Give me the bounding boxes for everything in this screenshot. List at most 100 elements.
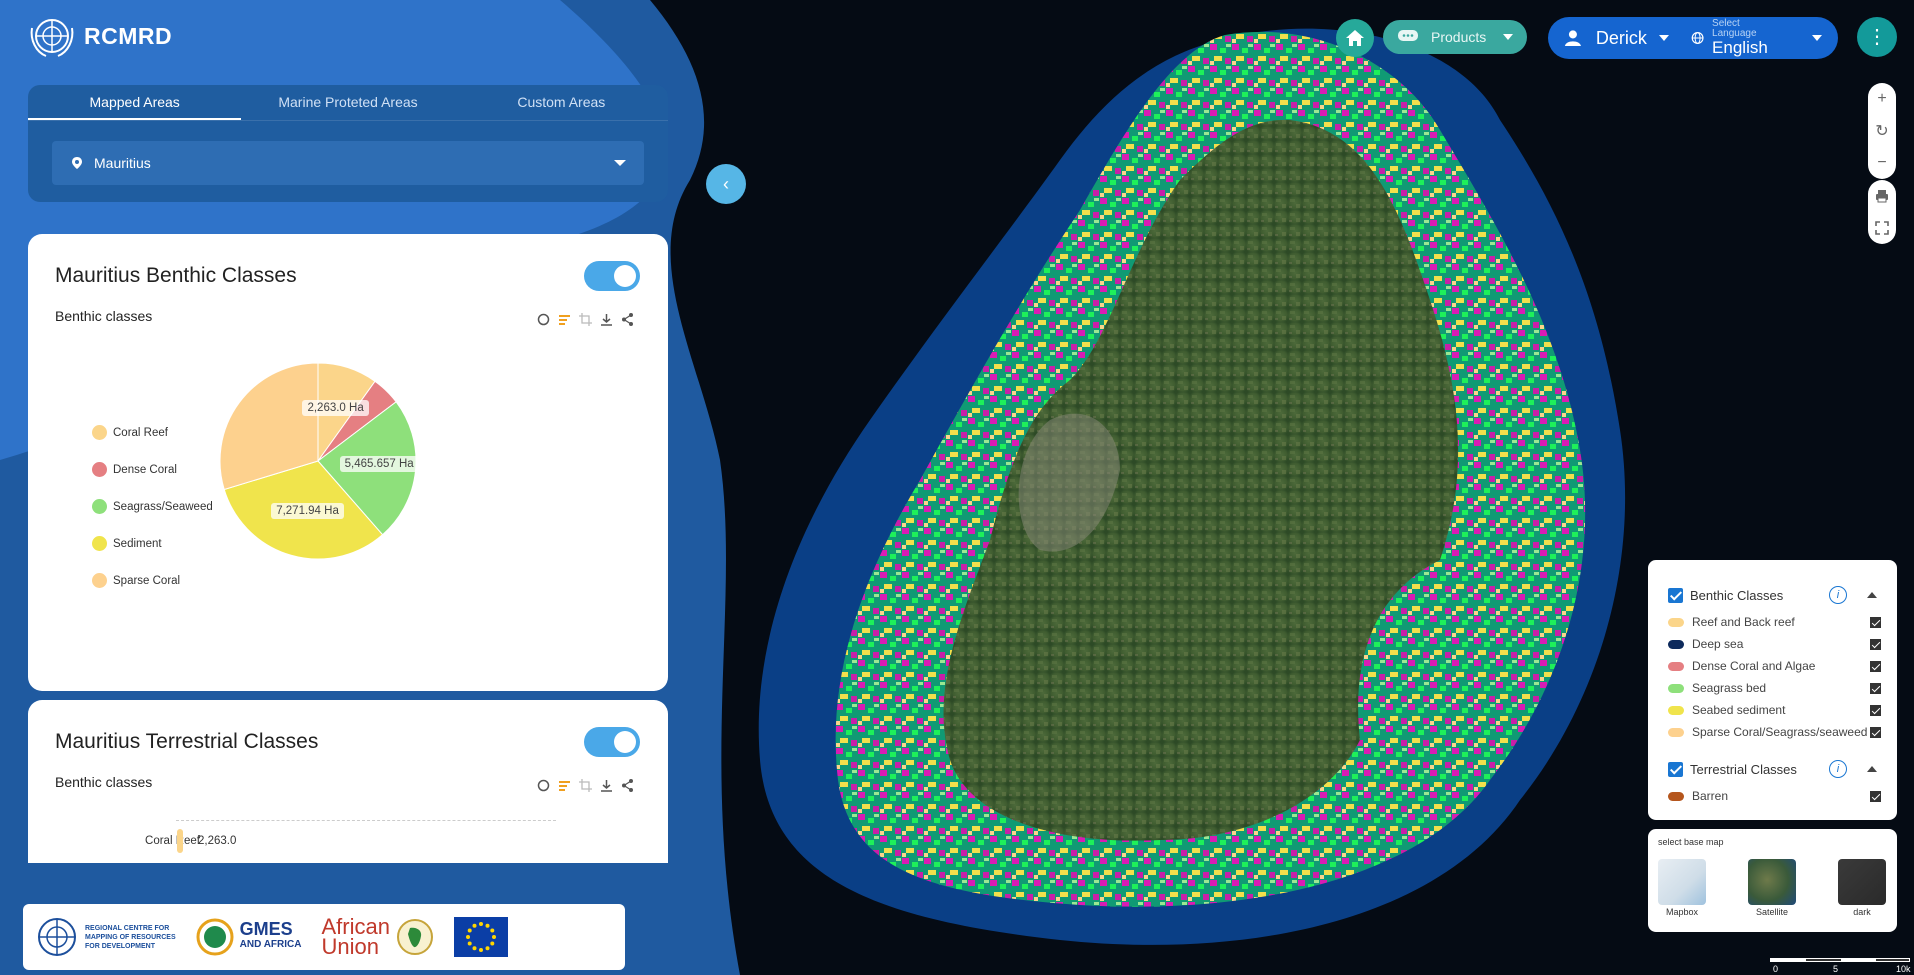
rcmrd-line-2: MAPPING OF RESOURCES (85, 933, 176, 941)
chevron-up-icon[interactable] (1867, 766, 1877, 772)
layer-item[interactable]: Dense Coral and Algae (1648, 655, 1897, 677)
layer-swatch (1668, 791, 1684, 801)
chevron-up-icon[interactable] (1867, 592, 1877, 598)
chevron-left-icon: ‹ (723, 173, 729, 194)
layer-item[interactable]: Deep sea (1648, 633, 1897, 655)
rcmrd-line-1: REGIONAL CENTRE FOR (85, 924, 170, 932)
basemap-label: Mapbox (1665, 907, 1699, 917)
home-button[interactable] (1336, 19, 1374, 57)
layer-checkbox[interactable] (1870, 790, 1881, 802)
benthic-classes-card: Mauritius Benthic Classes Benthic classe… (28, 234, 668, 691)
rcmrd-line-3: FOR DEVELOPMENT (85, 942, 156, 950)
basemap-thumbnail (1658, 859, 1706, 905)
layer-label: Barren (1692, 789, 1729, 803)
layer-swatch (1668, 639, 1684, 649)
tab-custom-areas[interactable]: Custom Areas (455, 85, 668, 120)
basemap-label: dark (1853, 907, 1871, 917)
products-menu-button[interactable]: Products (1383, 20, 1527, 54)
basemap-satellite[interactable]: Satellite (1748, 859, 1796, 917)
restore-icon[interactable] (536, 778, 551, 793)
rcmrd-emblem-icon (38, 918, 76, 956)
layer-toggle[interactable] (584, 727, 640, 757)
layer-item[interactable]: Seagrass bed (1648, 677, 1897, 699)
reset-view-button[interactable]: ↻ (1868, 115, 1896, 147)
chevron-down-icon (1503, 34, 1513, 40)
print-icon (1876, 190, 1888, 203)
tab-mapped-areas[interactable]: Mapped Areas (28, 85, 242, 120)
chevron-down-icon (1658, 35, 1669, 41)
tab-marine-protected-areas[interactable]: Marine Proteted Areas (241, 85, 454, 120)
zoom-out-button[interactable]: − (1868, 147, 1896, 179)
crop-icon[interactable] (578, 778, 593, 793)
layer-label: Deep sea (1692, 637, 1744, 651)
chat-icon (1398, 30, 1418, 41)
layer-swatch (1668, 661, 1684, 671)
layers-panel: Benthic Classes i Reef and Back reef Deep… (1648, 560, 1897, 820)
more-menu-button[interactable]: ⋮ (1857, 17, 1897, 57)
layer-group-terrestrial[interactable]: Terrestrial Classes i (1648, 753, 1897, 785)
chart-toolbar (536, 778, 635, 793)
toggle-knob (614, 731, 636, 753)
eu-stars-icon (465, 922, 496, 952)
data-view-icon[interactable] (557, 778, 572, 793)
fullscreen-icon (1875, 221, 1889, 235)
language-select[interactable]: Select Language English (1691, 19, 1822, 57)
layer-checkbox[interactable] (1870, 682, 1881, 694)
bar-gridline (176, 820, 556, 821)
basemap-mapbox[interactable]: Mapbox (1658, 859, 1706, 917)
basemap-dark[interactable]: dark (1838, 859, 1886, 917)
layer-swatch (1668, 617, 1684, 627)
basemap-thumbnail (1748, 859, 1796, 905)
layer-group-checkbox[interactable] (1668, 761, 1683, 777)
au-text-2: Union (321, 934, 379, 959)
layer-group-benthic[interactable]: Benthic Classes i (1648, 579, 1897, 611)
au-emblem-icon (396, 919, 433, 955)
print-button[interactable] (1868, 180, 1896, 212)
user-icon (1564, 30, 1581, 47)
user-menu[interactable]: Derick Select Language English (1548, 17, 1838, 59)
basemap-label: Satellite (1755, 907, 1789, 917)
rcmrd-logo[interactable]: RCMRD (28, 14, 172, 58)
layer-item[interactable]: Barren (1648, 785, 1897, 807)
basemap-thumbnail (1838, 859, 1886, 905)
layer-group-checkbox[interactable] (1668, 587, 1683, 603)
layer-checkbox[interactable] (1870, 638, 1881, 650)
layer-checkbox[interactable] (1870, 616, 1881, 628)
gmes-emblem-icon (196, 918, 234, 956)
layer-label: Seagrass bed (1692, 681, 1767, 695)
layer-checkbox[interactable] (1870, 704, 1881, 716)
home-icon (1346, 30, 1364, 46)
user-name: Derick (1595, 27, 1647, 48)
scale-bar-graphic (1770, 958, 1910, 962)
rcmrd-partner-logo: REGIONAL CENTRE FOR MAPPING OF RESOURCES… (35, 915, 176, 959)
chart-subtitle: Benthic classes (55, 774, 153, 790)
layer-checkbox[interactable] (1870, 726, 1881, 738)
african-union-logo: African Union (321, 916, 433, 959)
fullscreen-button[interactable] (1868, 212, 1896, 244)
collapse-sidebar-button[interactable]: ‹ (706, 164, 746, 204)
info-icon[interactable]: i (1829, 586, 1847, 604)
logo-text: RCMRD (84, 22, 173, 49)
share-icon[interactable] (620, 778, 635, 793)
language-hint: Select Language (1712, 18, 1757, 39)
download-icon[interactable] (599, 778, 614, 793)
area-tabs-card: Mapped Areas Marine Proteted Areas Custo… (28, 85, 668, 202)
products-label: Products (1431, 29, 1487, 45)
bar-category-label: Coral Reef (145, 835, 200, 847)
map-tools (1868, 180, 1896, 244)
pie-data-label: 2,263.0 Ha (302, 399, 369, 416)
basemap-title: select base map (1658, 837, 1724, 847)
card-title: Mauritius Terrestrial Classes (55, 730, 319, 753)
info-icon[interactable]: i (1829, 760, 1847, 778)
gmes-africa-logo: GMES AND AFRICA (196, 918, 301, 956)
layer-item[interactable]: Reef and Back reef (1648, 611, 1897, 633)
scale-label: 0 (1773, 964, 1779, 974)
area-select[interactable]: Mauritius (52, 141, 644, 185)
zoom-in-button[interactable]: + (1868, 83, 1896, 115)
globe-icon (1691, 32, 1704, 44)
layer-checkbox[interactable] (1870, 660, 1881, 672)
layer-item[interactable]: Sparse Coral/Seagrass/seaweed (1648, 721, 1897, 743)
layer-item[interactable]: Seabed sediment (1648, 699, 1897, 721)
layer-group-label: Terrestrial Classes (1690, 761, 1797, 777)
bar-value-label: 2,263.0 (198, 835, 237, 847)
